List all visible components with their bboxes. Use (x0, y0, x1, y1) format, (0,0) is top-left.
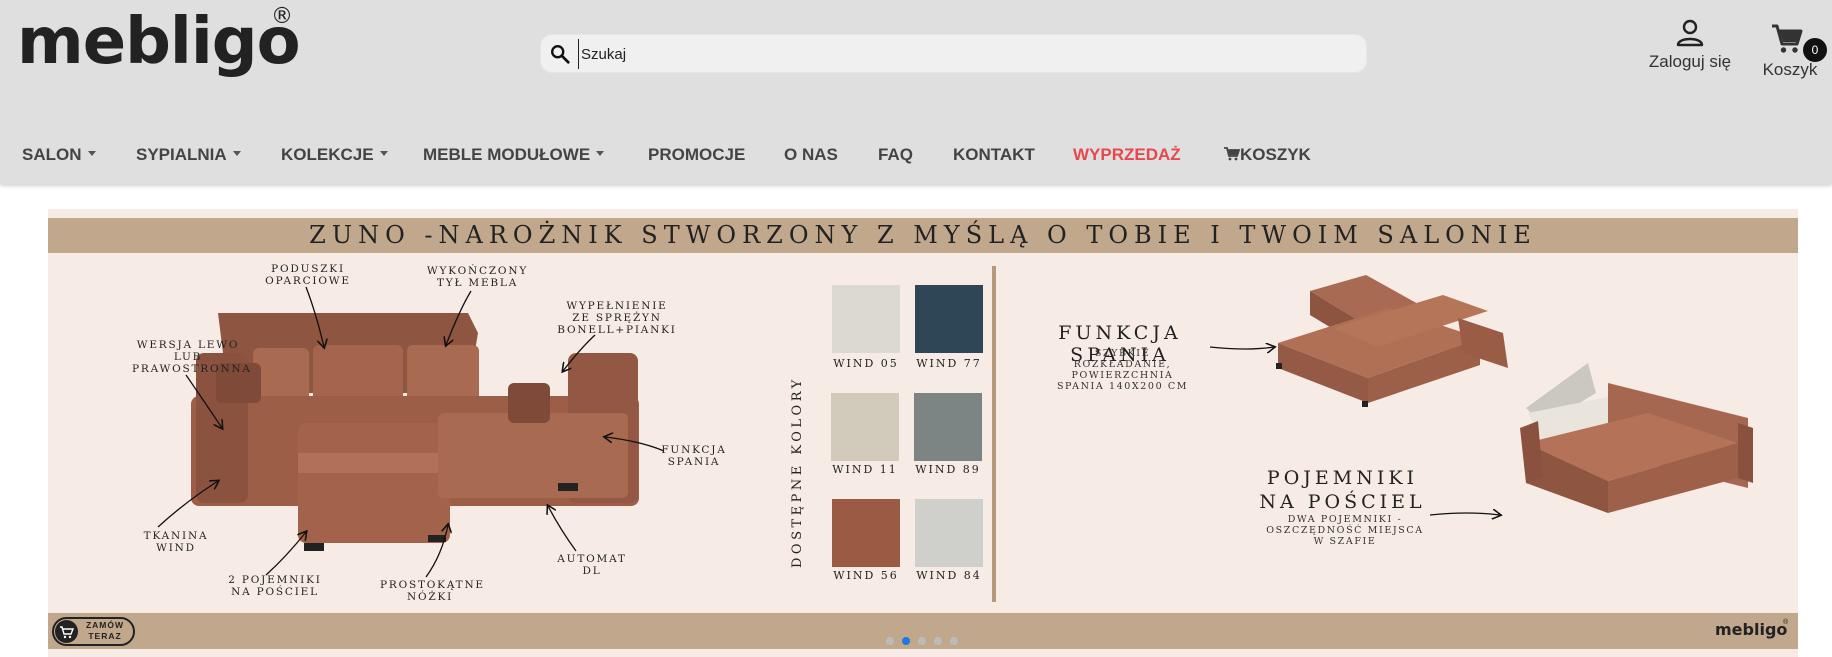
feature-label-nozki: PROSTOKĄTNE NÓŻKI (380, 579, 485, 603)
main-nav: SALON SYPIALNIA KOLEKCJE MEBLE MODUŁOWE … (0, 140, 1832, 170)
registered-mark: ® (271, 4, 293, 29)
nav-item-sypialnia[interactable]: SYPIALNIA (136, 140, 241, 170)
nav-item-kolekcje[interactable]: KOLEKCJE (281, 140, 388, 170)
swatch-label: WIND 89 (915, 463, 981, 476)
logo[interactable]: mebligo (17, 2, 301, 82)
swatch-label: WIND 84 (916, 569, 982, 582)
login-link[interactable]: Zaloguj się (1640, 52, 1740, 72)
swatch-label: WIND 05 (833, 357, 899, 370)
feature-label-wypelnienie: WYPEŁNIENIE ZE SPRĘŻYN BONELL+PIANKI (557, 300, 677, 336)
carousel-dot-3[interactable] (918, 637, 926, 645)
cart-icon (55, 620, 78, 643)
swatch-wind-05[interactable] (832, 285, 900, 353)
nav-item-o-nas[interactable]: O NAS (784, 140, 838, 170)
carousel-dots (886, 637, 986, 647)
nav-label: KONTAKT (953, 145, 1035, 164)
cart-link[interactable]: Koszyk (1755, 60, 1825, 80)
search-input[interactable] (578, 39, 1358, 69)
nav-label: KOSZYK (1240, 145, 1311, 164)
nav-label: SYPIALNIA (136, 145, 227, 164)
banner-divider (992, 266, 996, 602)
sofa-bed-image (1276, 275, 1508, 407)
caret-down-icon (596, 151, 605, 157)
sleep-function-description: SZYBKIE ROZKŁADANIE, POWIERZCHNIA SPANIA… (1056, 348, 1189, 392)
caret-down-icon (87, 151, 96, 157)
caret-down-icon (232, 151, 241, 157)
registered-mark: ® (1783, 619, 1789, 626)
nav-label: MEBLE MODUŁOWE (423, 145, 591, 164)
swatch-wind-11[interactable] (831, 393, 899, 461)
nav-label: KOLEKCJE (281, 145, 374, 164)
cart-icon[interactable] (1770, 22, 1804, 56)
nav-label: PROMOCJE (648, 145, 746, 164)
feature-label-tkanina: TKANINA WIND (143, 530, 209, 554)
nav-label: WYPRZEDAŻ (1073, 145, 1181, 164)
carousel-dot-5[interactable] (950, 637, 958, 645)
nav-item-wyprzedaz[interactable]: WYPRZEDAŻ (1073, 140, 1181, 170)
corner-sofa-image (191, 313, 639, 551)
carousel-dot-4[interactable] (934, 637, 942, 645)
feature-label-wykonczony: WYKOŃCZONY TYŁ MEBLA (426, 265, 529, 289)
feature-label-automat: AUTOMAT DL (557, 553, 627, 577)
user-icon[interactable] (1675, 18, 1705, 48)
nav-label: SALON (22, 145, 82, 164)
feature-label-pojemniki: 2 POJEMNIKI NA POŚCIEL (228, 574, 322, 598)
nav-item-kontakt[interactable]: KONTAKT (953, 140, 1035, 170)
caret-down-icon (379, 151, 388, 157)
banner-brand-logo: mebligo (1715, 620, 1788, 639)
storage-description: DWA POJEMNIKI - OSZCZĘDNOŚĆ MIEJSCA W SZ… (1266, 514, 1424, 547)
swatch-label: WIND 77 (916, 357, 982, 370)
nav-label: FAQ (878, 145, 913, 164)
available-colors-label: DOSTĘPNE KOLORY (790, 376, 805, 568)
nav-item-faq[interactable]: FAQ (878, 140, 913, 170)
storage-sofa-image (1520, 363, 1753, 513)
carousel-dot-1[interactable] (886, 637, 894, 645)
order-now-label: ZAMÓW TERAZ (85, 620, 125, 641)
nav-item-promocje[interactable]: PROMOCJE (648, 140, 745, 170)
nav-item-salon[interactable]: SALON (22, 140, 96, 170)
banner-title: ZUNO -NAROŻNIK STWORZONY Z MYŚLĄ O TOBIE… (309, 221, 1537, 249)
cart-count-badge: 0 (1803, 38, 1827, 62)
swatch-wind-56[interactable] (832, 499, 900, 567)
storage-title: POJEMNIKI NA POŚCIEL (1259, 467, 1426, 513)
swatch-label: WIND 56 (833, 569, 899, 582)
feature-label-poduszki: PODUSZKI OPARCIOWE (265, 263, 351, 287)
feature-label-funkcja: FUNKCJA SPANIA (661, 444, 727, 468)
search-icon[interactable] (549, 43, 571, 65)
swatch-label: WIND 11 (832, 463, 898, 476)
nav-item-koszyk[interactable]: KOSZYK (1224, 140, 1311, 170)
feature-label-wersja: WERSJA LEWO LUB PRAWOSTRONNA (132, 339, 252, 375)
nav-item-meble-modulowe[interactable]: MEBLE MODUŁOWE (423, 140, 605, 170)
carousel-dot-2[interactable] (902, 637, 910, 645)
nav-label: O NAS (784, 145, 838, 164)
swatch-wind-77[interactable] (915, 285, 983, 353)
swatch-wind-89[interactable] (914, 393, 982, 461)
swatch-wind-84[interactable] (915, 499, 983, 567)
cart-icon (1224, 147, 1241, 161)
